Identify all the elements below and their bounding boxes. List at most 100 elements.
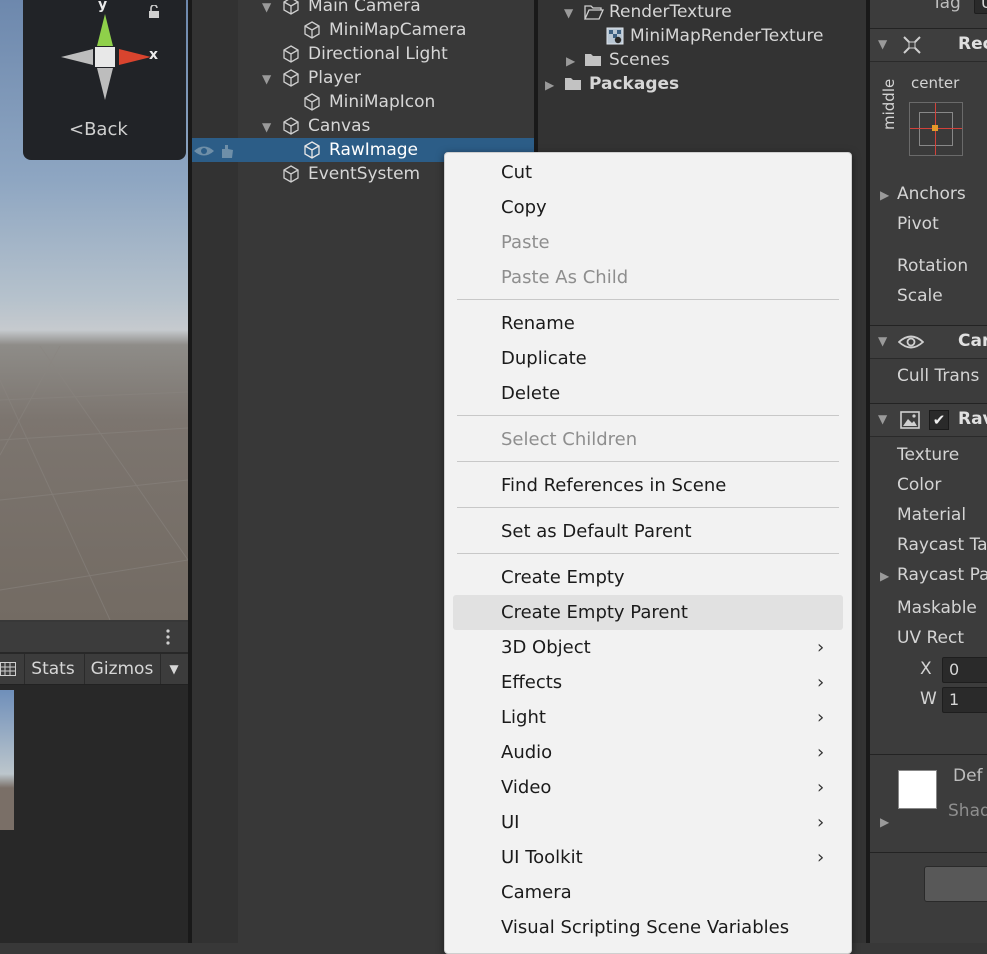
gameobject-cube-icon: [304, 141, 320, 159]
anchor-preset-side-label: middle: [880, 78, 898, 130]
hierarchy-item-label: RawImage: [329, 140, 419, 160]
menu-item-audio[interactable]: Audio: [501, 735, 552, 770]
scale-label: Scale: [897, 286, 943, 306]
visibility-eye-icon[interactable]: [193, 143, 215, 159]
menu-item-delete[interactable]: Delete: [501, 376, 560, 411]
menu-item-set-default-parent[interactable]: Set as Default Parent: [501, 514, 692, 549]
axis-x-label: x: [149, 47, 159, 63]
tag-label: Tag: [932, 0, 961, 13]
raycast-target-label: Raycast Ta: [897, 535, 987, 555]
expand-arrow-icon[interactable]: ▼: [262, 67, 271, 91]
kebab-menu-icon[interactable]: [165, 629, 171, 645]
pivot-dot: [932, 125, 938, 131]
lock-icon[interactable]: [148, 5, 160, 19]
menu-item-rename[interactable]: Rename: [501, 306, 575, 341]
foldout-arrow-icon[interactable]: ▶: [880, 815, 889, 829]
rotation-label: Rotation: [897, 256, 969, 276]
foldout-arrow-icon[interactable]: ▼: [878, 412, 887, 426]
menu-item-light[interactable]: Light: [501, 700, 546, 735]
material-label: Material: [897, 505, 967, 525]
hierarchy-item-label: MiniMapIcon: [329, 92, 436, 112]
uv-w-field[interactable]: 1: [942, 687, 987, 713]
menu-item-paste[interactable]: Paste: [501, 225, 550, 260]
submenu-chevron-icon: ›: [817, 707, 825, 728]
tag-dropdown[interactable]: U: [974, 0, 987, 14]
eye-icon: [898, 335, 924, 349]
color-label: Color: [897, 475, 942, 495]
uv-x-label: X: [920, 659, 932, 679]
menu-item-camera[interactable]: Camera: [501, 875, 572, 910]
menu-item-cut[interactable]: Cut: [501, 155, 532, 190]
foldout-arrow-icon[interactable]: ▼: [878, 334, 887, 348]
menu-item-create-empty-parent[interactable]: Create Empty Parent: [501, 595, 688, 630]
keyboard-icon[interactable]: [0, 662, 16, 676]
menu-item-find-references[interactable]: Find References in Scene: [501, 468, 726, 503]
game-tab-bar: [0, 622, 188, 652]
canvas-renderer-header[interactable]: ▼ Car: [870, 325, 987, 359]
menu-item-copy[interactable]: Copy: [501, 190, 547, 225]
uv-x-field[interactable]: 0: [942, 657, 987, 683]
gizmos-dropdown-icon[interactable]: ▼: [160, 654, 187, 684]
expand-arrow-icon[interactable]: ▼: [564, 1, 573, 25]
menu-separator: [457, 299, 839, 300]
component-title: Rav: [958, 409, 987, 429]
menu-item-3d-object[interactable]: 3D Object: [501, 630, 591, 665]
raycast-padding-label[interactable]: Raycast Pa: [897, 565, 987, 585]
back-button[interactable]: <Back: [69, 119, 128, 140]
material-preview-thumbnail[interactable]: [898, 770, 937, 809]
anchor-preset-top-label: center: [911, 74, 960, 92]
submenu-chevron-icon: ›: [817, 742, 825, 763]
foldout-arrow-icon[interactable]: ▶: [880, 188, 889, 202]
anchors-label[interactable]: Anchors: [897, 184, 966, 204]
enabled-checkbox[interactable]: ✔: [929, 410, 949, 430]
expand-arrow-icon[interactable]: ▼: [262, 0, 271, 19]
section-divider: [870, 852, 987, 853]
stats-button[interactable]: Stats: [24, 654, 81, 684]
project-item-label: MiniMapRenderTexture: [630, 26, 824, 46]
submenu-chevron-icon: ›: [817, 672, 825, 693]
component-title: Car: [958, 331, 987, 351]
project-item-label: RenderTexture: [609, 2, 732, 22]
menu-item-duplicate[interactable]: Duplicate: [501, 341, 587, 376]
menu-item-ui[interactable]: UI: [501, 805, 519, 840]
material-shader-label: Shad: [948, 801, 987, 821]
project-item-label: Packages: [589, 74, 680, 94]
menu-separator: [457, 553, 839, 554]
menu-item-video[interactable]: Video: [501, 770, 551, 805]
collapse-arrow-icon[interactable]: ▶: [566, 49, 575, 73]
raw-image-header[interactable]: ▼ ✔ Rav: [870, 403, 987, 437]
menu-item-ui-toolkit[interactable]: UI Toolkit: [501, 840, 583, 875]
gameobject-cube-icon: [283, 165, 299, 183]
folder-icon: [585, 54, 601, 66]
menu-item-select-children[interactable]: Select Children: [501, 422, 637, 457]
cull-transparent-label: Cull Trans: [897, 366, 980, 386]
collapse-arrow-icon[interactable]: ▶: [545, 73, 554, 97]
hierarchy-item-label: Directional Light: [308, 44, 448, 64]
menu-item-create-empty[interactable]: Create Empty: [501, 560, 625, 595]
hierarchy-item-label: Canvas: [308, 116, 371, 136]
gameobject-cube-icon: [304, 93, 320, 111]
hierarchy-item-label: Player: [308, 68, 361, 88]
gameobject-cube-icon: [304, 21, 320, 39]
foldout-arrow-icon[interactable]: ▼: [878, 37, 887, 51]
texture-label: Texture: [897, 445, 960, 465]
anchor-preset-button[interactable]: [909, 102, 963, 156]
rect-transform-header[interactable]: ▼ Rec: [870, 28, 987, 62]
inspector-panel: Tag U ▼ Rec center middle ▶ Anchors Pivo…: [870, 0, 987, 943]
orientation-gizmo[interactable]: y x <Back: [23, 0, 186, 160]
pickable-hand-icon[interactable]: [219, 143, 235, 159]
uv-rect-label: UV Rect: [897, 628, 964, 648]
expand-arrow-icon[interactable]: ▼: [262, 115, 271, 139]
menu-item-visual-scripting-scene-variables[interactable]: Visual Scripting Scene Variables: [501, 910, 789, 945]
pivot-label: Pivot: [897, 214, 939, 234]
menu-item-paste-as-child[interactable]: Paste As Child: [501, 260, 628, 295]
foldout-arrow-icon[interactable]: ▶: [880, 569, 889, 583]
gameobject-cube-icon: [283, 117, 299, 135]
menu-item-effects[interactable]: Effects: [501, 665, 562, 700]
hierarchy-item-label: Main Camera: [308, 0, 421, 16]
add-component-button[interactable]: [924, 866, 987, 902]
gizmos-button[interactable]: Gizmos: [84, 654, 159, 684]
scene-view[interactable]: y x <Back: [0, 0, 188, 620]
hierarchy-item-label: MiniMapCamera: [329, 20, 467, 40]
uv-w-label: W: [920, 689, 937, 709]
